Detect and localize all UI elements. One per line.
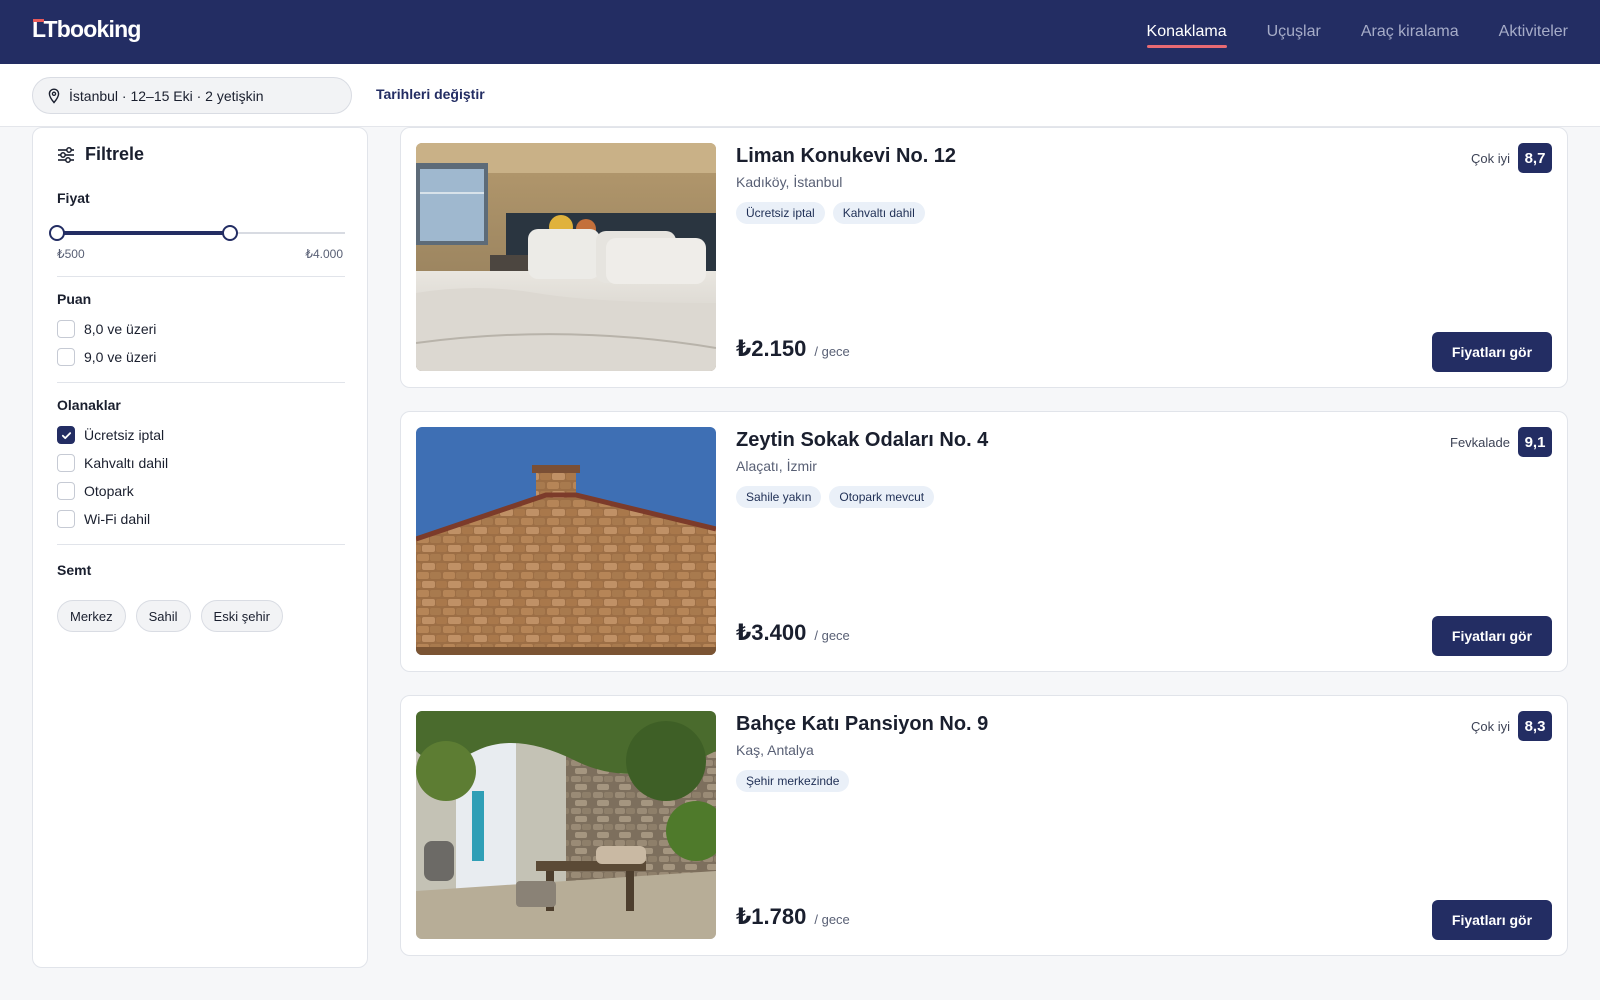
divider	[57, 544, 345, 545]
rating-score-badge: 9,1	[1518, 427, 1552, 457]
rating-section-title: Puan	[57, 291, 92, 307]
amenity-wifi[interactable]: Wi-Fi dahil	[57, 510, 150, 528]
checkbox[interactable]	[57, 454, 75, 472]
amenity-label: Wi-Fi dahil	[84, 511, 151, 527]
rating-option-9[interactable]: 9,0 ve üzeri	[57, 348, 156, 366]
amenities-section-title: Olanaklar	[57, 397, 121, 413]
see-prices-button[interactable]: Fiyatları gör	[1432, 900, 1552, 940]
rating-score-badge: 8,7	[1518, 143, 1552, 173]
see-prices-button[interactable]: Fiyatları gör	[1432, 332, 1552, 372]
amenity-label: Otopark	[84, 483, 134, 499]
district-chip-center[interactable]: Merkez	[57, 600, 126, 632]
slider-min-handle[interactable]	[49, 225, 65, 241]
filter-title: Filtrele	[85, 144, 145, 164]
hotel-tags: Şehir merkezinde	[736, 770, 850, 792]
district-chip-old-town[interactable]: Eski şehir	[200, 600, 283, 632]
nav-flights[interactable]: Uçuşlar	[1267, 19, 1321, 45]
hotel-tags: Ücretsiz iptal Kahvaltı dahil	[736, 202, 925, 224]
amenity-free-cancellation[interactable]: Ücretsiz iptal	[57, 426, 164, 444]
checkbox[interactable]	[57, 348, 75, 366]
filter-sidebar: Filtrele Fiyat ₺500 ₺4.000 Puan 8,0 ve ü…	[32, 127, 368, 968]
hotel-location: Alaçatı, İzmir	[736, 458, 817, 474]
search-summary-pill[interactable]: İstanbul · 12–15 Eki · 2 yetişkin	[32, 77, 352, 114]
hotel-price: ₺2.150 / gece	[736, 336, 850, 362]
district-chip-beach[interactable]: Sahil	[135, 600, 191, 632]
hotel-price: ₺1.780 / gece	[736, 904, 850, 930]
amenity-breakfast[interactable]: Kahvaltı dahil	[57, 454, 168, 472]
price-max-label: ₺4.000	[305, 247, 343, 261]
district-chips: Merkez Sahil Eski şehir	[57, 600, 283, 632]
nav-activities[interactable]: Aktiviteler	[1499, 19, 1568, 45]
hotel-rating: Çok iyi 8,3	[1471, 711, 1552, 741]
rating-option-8[interactable]: 8,0 ve üzeri	[57, 320, 156, 338]
district-section-title: Semt	[57, 562, 92, 578]
checkbox[interactable]	[57, 482, 75, 500]
hotel-photo-stone-house[interactable]	[416, 427, 716, 655]
price-unit: / gece	[814, 344, 850, 359]
hotel-tag: Şehir merkezinde	[736, 770, 850, 792]
logo[interactable]: LTbooking	[32, 16, 141, 43]
price-min-label: ₺500	[57, 247, 85, 261]
hotel-tag: Sahile yakın	[736, 486, 822, 508]
amenity-label: Ücretsiz iptal	[84, 427, 165, 443]
rating-text: Fevkalade	[1450, 434, 1510, 450]
hotel-location: Kaş, Antalya	[736, 742, 814, 758]
top-navbar: LTbooking Konaklama Uçuşlar Araç kiralam…	[0, 0, 1600, 64]
hotel-name[interactable]: Liman Konukevi No. 12	[736, 145, 956, 168]
checkbox[interactable]	[57, 510, 75, 528]
hotel-card[interactable]: Liman Konukevi No. 12 Kadıköy, İstanbul …	[400, 127, 1568, 388]
search-bar: İstanbul · 12–15 Eki · 2 yetişkin Tarihl…	[0, 64, 1600, 127]
checkbox[interactable]	[57, 320, 75, 338]
price-amount: ₺3.400	[736, 620, 807, 645]
price-amount: ₺1.780	[736, 904, 807, 929]
hotel-tag: Ücretsiz iptal	[736, 202, 825, 224]
slider-fill	[57, 231, 230, 235]
checkbox-checked[interactable]	[57, 426, 75, 444]
hotel-card[interactable]: Zeytin Sokak Odaları No. 4 Alaçatı, İzmi…	[400, 411, 1568, 672]
see-prices-button[interactable]: Fiyatları gör	[1432, 616, 1552, 656]
logo-text: LTbooking	[32, 16, 141, 42]
hotel-name[interactable]: Zeytin Sokak Odaları No. 4	[736, 429, 988, 452]
hotel-tag: Kahvaltı dahil	[832, 202, 925, 224]
search-summary-text: İstanbul · 12–15 Eki · 2 yetişkin	[69, 87, 264, 104]
hotel-photo-garden[interactable]	[416, 711, 716, 939]
price-section-title: Fiyat	[57, 190, 90, 206]
hotel-location: Kadıköy, İstanbul	[736, 174, 843, 190]
rating-option-label: 9,0 ve üzeri	[84, 349, 157, 365]
price-unit: / gece	[814, 912, 850, 927]
hotel-photo-room[interactable]	[416, 143, 716, 371]
garden-courtyard-image	[416, 711, 716, 939]
divider	[57, 276, 345, 277]
amenity-parking[interactable]: Otopark	[57, 482, 134, 500]
main-nav: Konaklama Uçuşlar Araç kiralama Aktivite…	[1146, 0, 1568, 64]
hotel-rating: Çok iyi 8,7	[1471, 143, 1552, 173]
filter-header: Filtrele	[57, 144, 144, 165]
price-unit: / gece	[814, 628, 850, 643]
price-range-slider[interactable]	[49, 225, 345, 241]
hotel-price: ₺3.400 / gece	[736, 620, 850, 646]
slider-max-handle[interactable]	[221, 225, 238, 241]
divider	[57, 382, 345, 383]
sliders-icon	[58, 146, 74, 163]
rating-score-badge: 8,3	[1518, 711, 1552, 741]
hotel-tags: Sahile yakın Otopark mevcut	[736, 486, 935, 508]
hotel-tag: Otopark mevcut	[829, 486, 935, 508]
rating-text: Çok iyi	[1470, 150, 1510, 166]
nav-car-rental[interactable]: Araç kiralama	[1361, 19, 1459, 45]
nav-accommodation[interactable]: Konaklama	[1146, 19, 1227, 48]
stone-house-wall-image	[416, 427, 716, 655]
hotel-room-bed-image	[416, 143, 716, 371]
price-amount: ₺2.150	[736, 336, 807, 361]
rating-text: Çok iyi	[1470, 718, 1510, 734]
location-pin-icon	[48, 87, 60, 104]
amenity-label: Kahvaltı dahil	[84, 455, 169, 471]
hotel-card[interactable]: Bahçe Katı Pansiyon No. 9 Kaş, Antalya Ş…	[400, 695, 1568, 956]
change-dates-button[interactable]: Tarihleri değiştir	[376, 86, 485, 102]
checkmark-icon	[61, 431, 71, 439]
hotel-name[interactable]: Bahçe Katı Pansiyon No. 9	[736, 713, 988, 736]
rating-option-label: 8,0 ve üzeri	[84, 321, 157, 337]
hotel-rating: Fevkalade 9,1	[1450, 427, 1552, 457]
